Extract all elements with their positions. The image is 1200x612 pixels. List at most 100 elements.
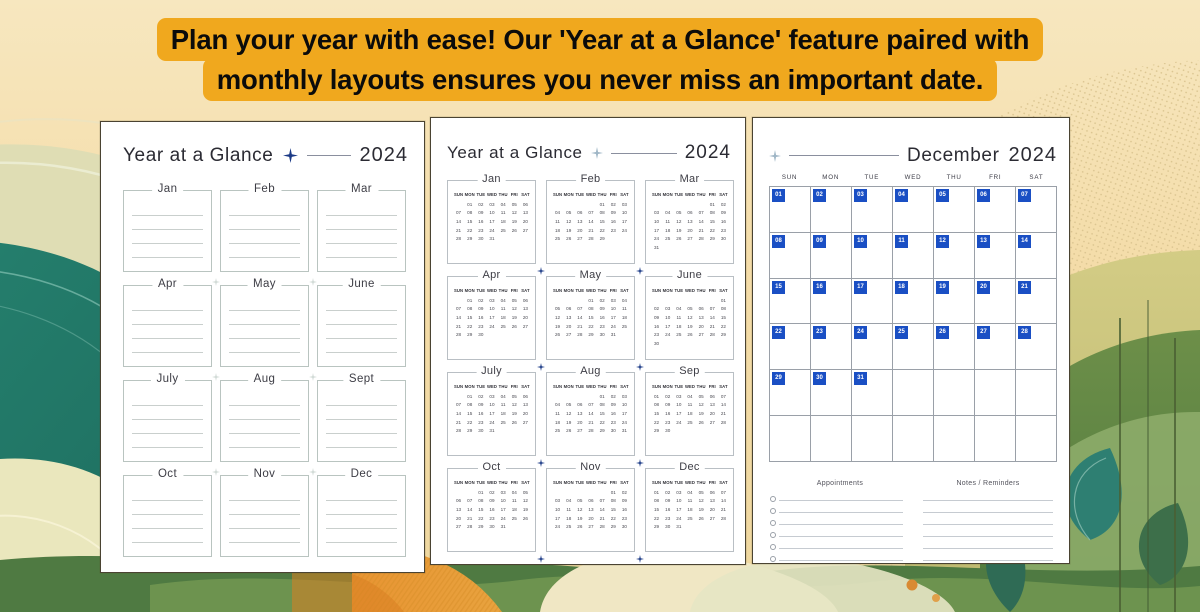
date-cell[interactable]: 18 — [498, 219, 509, 226]
date-cell[interactable]: 04 — [498, 202, 509, 209]
write-line[interactable] — [132, 500, 203, 501]
mini-calendar-aug[interactable]: Aug SUN MON TUE WED THU FRI SAT 01 02 03 04 05 06 07 0… — [546, 365, 635, 456]
write-line[interactable] — [132, 447, 203, 448]
date-cell[interactable]: 12 — [563, 411, 574, 418]
date-cell[interactable]: 14 — [585, 219, 596, 226]
date-cell[interactable]: 16 — [608, 219, 619, 226]
page3-calendar-grid[interactable]: 01 02 03 04 05 06 07 08 09 10 11 12 13 14 15 16 17 18 19 20… — [769, 186, 1057, 462]
date-cell[interactable]: 14 — [453, 219, 464, 226]
write-line[interactable] — [132, 514, 203, 515]
date-cell[interactable]: 02 — [662, 394, 673, 401]
appointment-checkbox[interactable] — [770, 496, 776, 502]
date-cell[interactable]: 20 — [574, 420, 585, 427]
date-cell[interactable]: 26 — [509, 228, 520, 235]
date-cell[interactable]: 01 — [651, 394, 662, 401]
date-cell[interactable]: 04 — [498, 394, 509, 401]
date-cell[interactable]: 25 — [563, 524, 574, 531]
date-cell[interactable]: 06 — [453, 498, 464, 505]
date-cell[interactable]: 07 — [464, 498, 475, 505]
date-cell[interactable]: 13 — [696, 315, 707, 322]
date-cell[interactable]: 16 — [662, 507, 673, 514]
date-cell[interactable]: 25 — [619, 324, 630, 331]
mini-calendar-apr[interactable]: Apr SUN MON TUE WED THU FRI SAT 01 02 03 04 05 06 07 0… — [447, 269, 536, 360]
appointment-checkbox[interactable] — [770, 532, 776, 538]
date-cell[interactable]: 25 — [498, 228, 509, 235]
write-line[interactable] — [229, 257, 300, 258]
date-cell[interactable]: 23 — [662, 516, 673, 523]
date-cell[interactable]: 28 — [453, 428, 464, 435]
date-cell[interactable]: 22 — [464, 228, 475, 235]
date-cell[interactable]: 21 — [696, 228, 707, 235]
mini-calendar-mar[interactable]: Mar SUN MON TUE WED THU FRI SAT 01 02 03 04 05 06 07 0… — [645, 173, 734, 264]
date-cell[interactable]: 15 — [475, 507, 486, 514]
date-cell[interactable]: 23 — [475, 420, 486, 427]
date-cell[interactable]: 25 — [684, 420, 695, 427]
date-cell[interactable]: 03 — [619, 394, 630, 401]
date-cell[interactable]: 17 — [673, 411, 684, 418]
month-box-oct[interactable]: Oct — [123, 468, 212, 557]
date-cell[interactable]: 14 — [597, 507, 608, 514]
date-cell[interactable]: 15 — [651, 507, 662, 514]
date-cell[interactable]: 30 — [619, 524, 630, 531]
calendar-day-cell[interactable]: 16 — [811, 278, 852, 325]
write-line[interactable] — [132, 215, 203, 216]
date-cell[interactable]: 17 — [552, 516, 563, 523]
date-cell[interactable]: 15 — [464, 219, 475, 226]
date-cell[interactable]: 08 — [464, 306, 475, 313]
date-cell[interactable]: 11 — [509, 498, 520, 505]
date-cell[interactable]: 28 — [574, 332, 585, 339]
date-cell[interactable]: 12 — [509, 210, 520, 217]
write-line[interactable] — [326, 257, 397, 258]
date-cell[interactable]: 31 — [651, 245, 662, 252]
date-cell[interactable]: 21 — [464, 516, 475, 523]
date-cell[interactable]: 20 — [520, 315, 531, 322]
date-cell[interactable]: 25 — [552, 428, 563, 435]
date-cell[interactable]: 15 — [597, 411, 608, 418]
calendar-day-cell[interactable]: 15 — [770, 278, 811, 325]
date-cell[interactable]: 13 — [707, 402, 718, 409]
date-cell[interactable]: 01 — [475, 490, 486, 497]
date-cell[interactable]: 02 — [662, 490, 673, 497]
write-line[interactable] — [132, 405, 203, 406]
write-line[interactable] — [326, 405, 397, 406]
date-cell[interactable]: 17 — [486, 315, 497, 322]
calendar-day-cell[interactable]: 12 — [934, 232, 975, 279]
note-line[interactable] — [923, 536, 1053, 537]
date-cell[interactable]: 18 — [509, 507, 520, 514]
calendar-day-cell[interactable]: 28 — [1016, 324, 1057, 371]
date-cell[interactable]: 29 — [651, 428, 662, 435]
date-cell[interactable]: 31 — [486, 236, 497, 243]
date-cell[interactable]: 15 — [585, 315, 596, 322]
date-cell[interactable]: 29 — [718, 332, 729, 339]
date-cell[interactable]: 07 — [585, 402, 596, 409]
planner-page-december[interactable]: December 2024 SUN MON TUE WED THU FRI SAT 01 02… — [752, 117, 1070, 564]
date-cell[interactable]: 21 — [585, 420, 596, 427]
date-cell[interactable]: 24 — [486, 228, 497, 235]
appointment-line[interactable] — [779, 524, 903, 525]
date-cell[interactable]: 04 — [673, 306, 684, 313]
write-line[interactable] — [132, 324, 203, 325]
planner-page-year-lined[interactable]: Year at a Glance 2024 Jan Feb Mar Apr May Jun… — [100, 121, 425, 573]
date-cell[interactable]: 29 — [464, 332, 475, 339]
calendar-day-cell[interactable]: 26 — [934, 324, 975, 371]
date-cell[interactable]: 04 — [684, 490, 695, 497]
date-cell[interactable]: 14 — [707, 315, 718, 322]
date-cell[interactable]: 11 — [552, 219, 563, 226]
date-cell[interactable]: 26 — [574, 524, 585, 531]
date-cell[interactable]: 20 — [585, 516, 596, 523]
date-cell[interactable]: 10 — [673, 498, 684, 505]
date-cell[interactable]: 29 — [707, 236, 718, 243]
date-cell[interactable]: 24 — [651, 236, 662, 243]
calendar-day-cell[interactable]: 06 — [975, 187, 1016, 233]
date-cell[interactable]: 15 — [718, 315, 729, 322]
date-cell[interactable]: 25 — [552, 236, 563, 243]
date-cell[interactable]: 29 — [651, 524, 662, 531]
month-box-july[interactable]: July — [123, 373, 212, 462]
date-cell[interactable]: 28 — [718, 516, 729, 523]
date-cell[interactable]: 26 — [673, 236, 684, 243]
date-cell[interactable]: 14 — [574, 315, 585, 322]
calendar-day-cell[interactable]: 07 — [1016, 187, 1057, 233]
date-cell[interactable]: 21 — [718, 507, 729, 514]
date-cell[interactable]: 06 — [520, 298, 531, 305]
date-cell[interactable]: 03 — [673, 490, 684, 497]
